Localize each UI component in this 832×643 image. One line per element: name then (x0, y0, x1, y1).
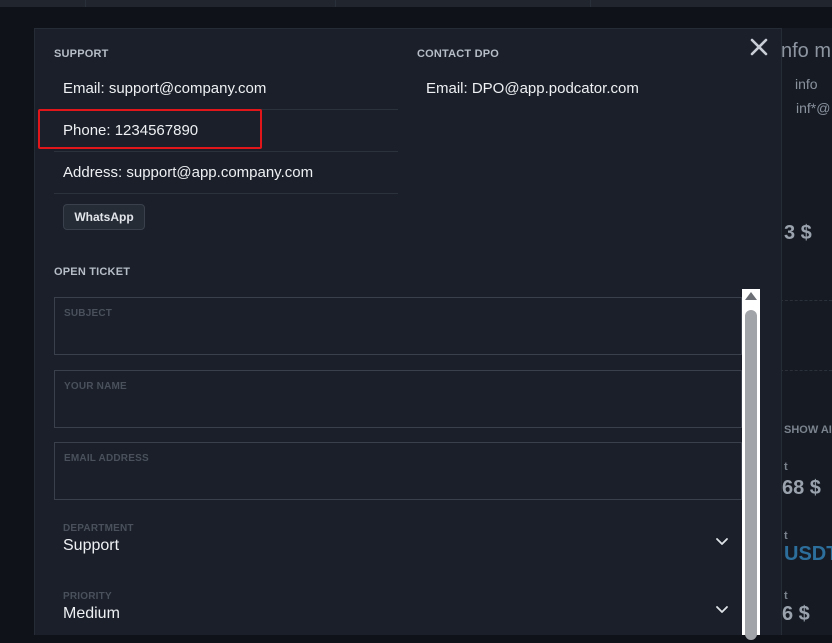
support-email-row: Email: support@company.com (54, 68, 398, 110)
background-amount: USDT (784, 543, 832, 565)
priority-value: Medium (63, 605, 120, 622)
background-show-all: SHOW AI (784, 424, 832, 436)
scroll-thumb[interactable] (745, 310, 757, 640)
subject-label: SUBJECT (64, 308, 113, 319)
top-strip (0, 0, 832, 7)
chevron-down-icon[interactable] (714, 533, 730, 549)
background-info-line: info (795, 76, 818, 92)
background-label: t (784, 530, 788, 542)
background-amount: 68 $ (782, 477, 821, 499)
department-value: Support (63, 537, 120, 554)
support-address-row: Address: support@app.company.com (54, 152, 398, 194)
support-section-title: SUPPORT (54, 48, 109, 60)
background-amount: 3 $ (784, 222, 812, 244)
dpo-email-text: Email: DPO@app.podcator.com (426, 80, 639, 97)
background-email-line: inf*@ (796, 100, 831, 116)
support-address-text: Address: support@app.company.com (63, 164, 314, 181)
whatsapp-button[interactable]: WhatsApp (63, 204, 145, 230)
subject-field[interactable]: SUBJECT (54, 297, 742, 355)
open-ticket-section-title: OPEN TICKET (54, 266, 131, 278)
background-divider (780, 300, 832, 301)
your-name-field[interactable]: YOUR NAME (54, 370, 742, 428)
scroll-up-arrow-icon[interactable] (745, 292, 757, 300)
email-address-label: EMAIL ADDRESS (64, 453, 149, 464)
background-label: t (784, 590, 788, 602)
priority-select[interactable]: PRIORITY Medium (54, 591, 742, 643)
email-address-input[interactable] (64, 469, 728, 493)
email-address-field[interactable]: EMAIL ADDRESS (54, 442, 742, 500)
priority-label: PRIORITY (63, 591, 112, 602)
your-name-label: YOUR NAME (64, 381, 127, 392)
subject-input[interactable] (64, 324, 728, 348)
department-select[interactable]: DEPARTMENT Support (54, 523, 742, 575)
background-divider (780, 370, 832, 371)
department-label: DEPARTMENT (63, 523, 134, 534)
close-icon[interactable] (748, 36, 770, 58)
support-email-text: Email: support@company.com (63, 80, 267, 97)
phone-highlight-box (38, 109, 262, 149)
modal-scrollbar[interactable] (742, 289, 760, 640)
your-name-input[interactable] (64, 397, 728, 421)
background-amount: 6 $ (782, 603, 810, 625)
background-label: t (784, 461, 788, 473)
contact-dpo-section-title: CONTACT DPO (417, 48, 500, 60)
background-title: nfo m (781, 40, 832, 62)
chevron-down-icon[interactable] (714, 601, 730, 617)
